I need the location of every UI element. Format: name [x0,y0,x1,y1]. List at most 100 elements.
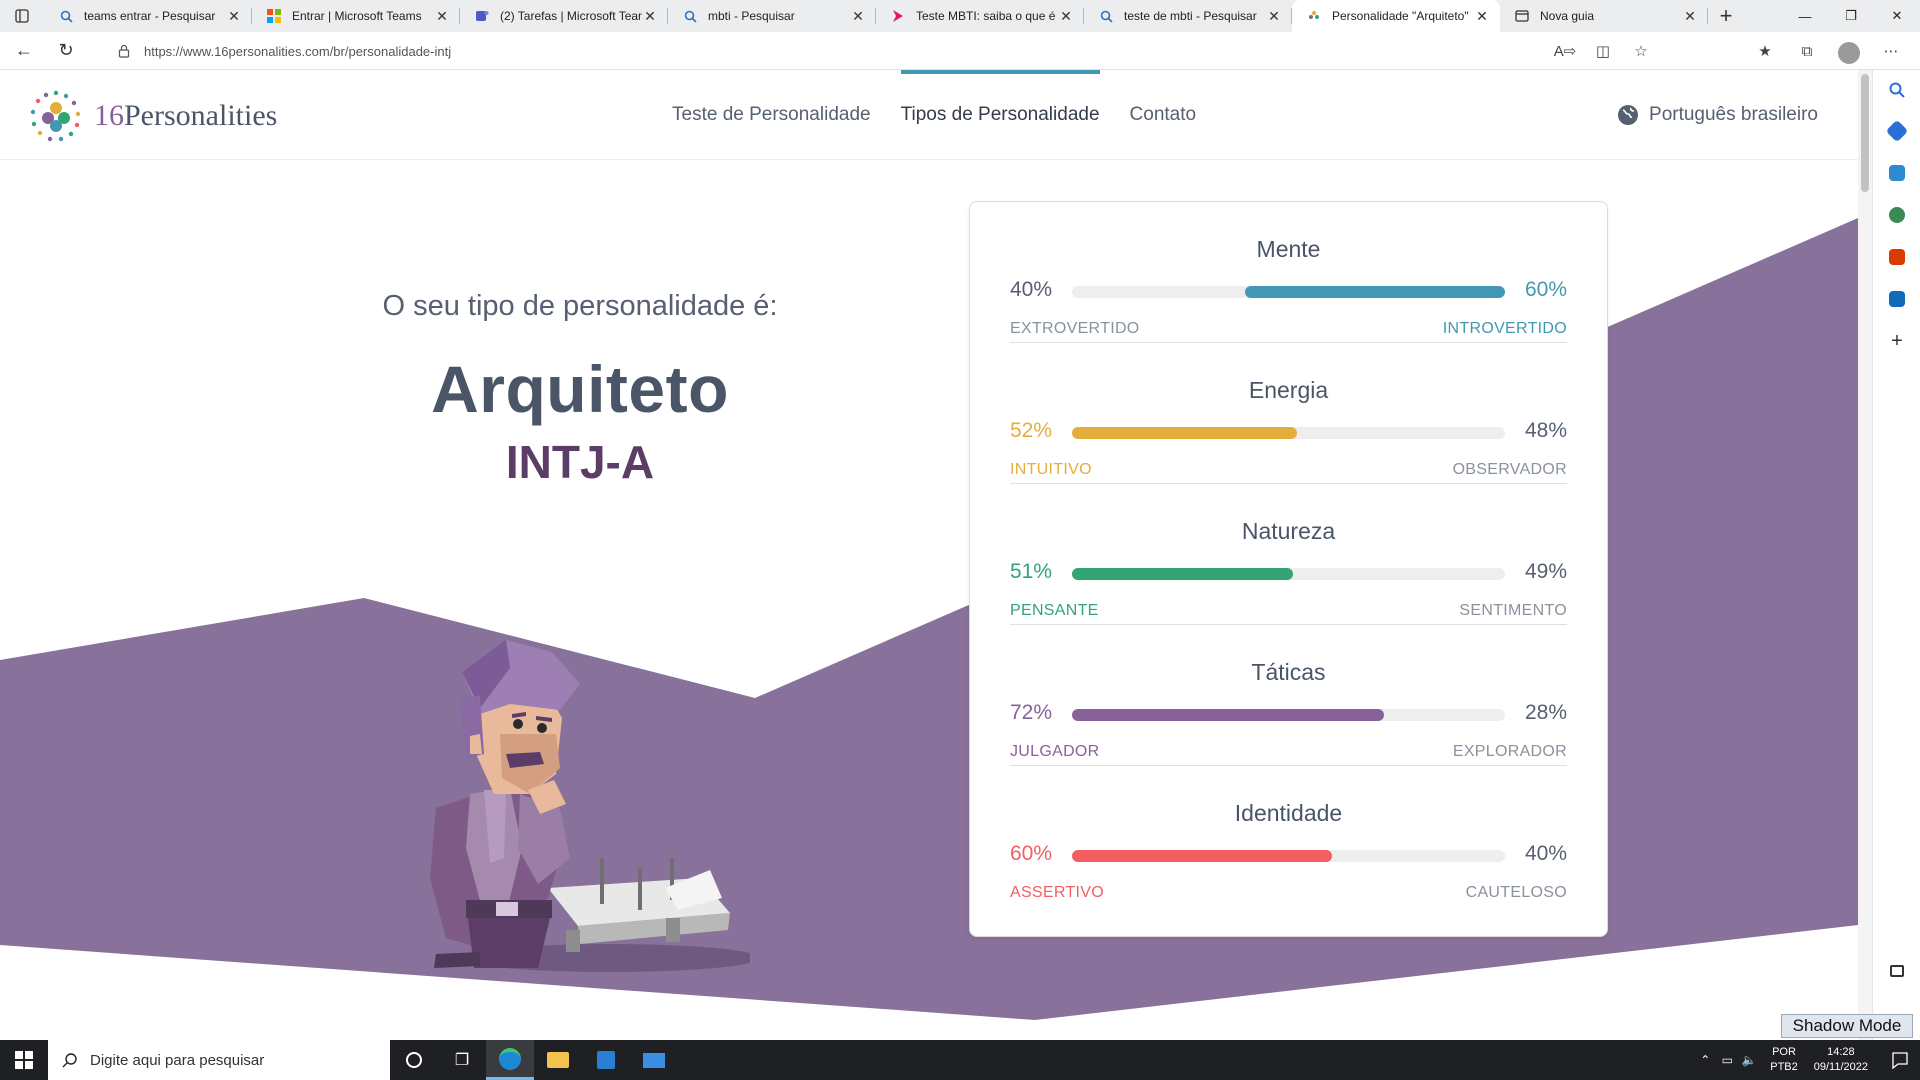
site-logo[interactable]: 16Personalities [28,88,277,144]
trait-right-label: OBSERVADOR [1452,461,1567,478]
taskbar-edge[interactable] [486,1040,534,1080]
trait-left-label: JULGADOR [1010,743,1100,760]
browser-tab[interactable]: teste de mbti - Pesquisar ✕ [1084,0,1292,32]
teams-icon [474,8,490,24]
tab-strip: teams entrar - Pesquisar ✕ Entrar | Micros… [0,0,1920,32]
edge-sidebar: + [1872,70,1920,1040]
read-aloud-icon[interactable]: A⇨ [1548,36,1582,66]
nav-link[interactable]: Tipos de Personalidade [900,70,1100,160]
trait-title: Táticas [1251,659,1326,685]
tab-title: mbti - Pesquisar [708,9,795,23]
cortana-button[interactable] [390,1040,438,1080]
trait-row[interactable]: Identidade 60% 40% ASSERTIVO CAUTELOSO [1010,766,1567,907]
edge-icon [499,1047,521,1070]
clock-date: 09/11/2022 [1813,1061,1868,1073]
browser-tab[interactable]: Teste MBTI: saiba o que é e ✕ [876,0,1084,32]
trait-row[interactable]: Táticas 72% 28% JULGADOR EXPLORADOR [1010,625,1567,766]
refresh-button[interactable]: ↻ [48,33,84,69]
trait-row[interactable]: Energia 52% 48% INTUITIVO OBSERVADOR [1010,343,1567,484]
system-tray: ⌃ ▭ 🔈 POR PTB2 14:28 09/11/2022 [1694,1040,1920,1080]
collections-icon[interactable]: ⧉ [1790,36,1824,66]
sidebar-collapse-icon[interactable] [1873,950,1920,992]
browser-tab[interactable]: Nova guia ✕ [1500,0,1708,32]
taskbar-store[interactable] [582,1040,630,1080]
input-language[interactable]: POR PTB2 [1770,1045,1798,1075]
close-tab-icon[interactable]: ✕ [642,8,658,24]
trait-bar-fill [1072,709,1384,721]
new-tab-button[interactable]: + [1708,0,1744,32]
taskbar-mail[interactable] [630,1040,678,1080]
url-text: https://www.16personalities.com/br/perso… [144,43,452,59]
more-options-icon[interactable]: ⋯ [1874,36,1908,66]
nav-link[interactable]: Contato [1130,70,1197,160]
trait-left-percent: 51% [1010,560,1053,583]
trait-title: Mente [1256,236,1321,262]
restore-button[interactable]: ❐ [1828,0,1874,32]
add-favorite-icon[interactable]: ☆ [1624,36,1658,66]
start-button[interactable] [0,1040,48,1080]
browser-tab[interactable]: mbti - Pesquisar ✕ [668,0,876,32]
taskbar-search-box[interactable]: Digite aqui para pesquisar [48,1040,390,1080]
volume-icon[interactable]: 🔈 [1738,1053,1760,1067]
tab-title: teams entrar - Pesquisar [84,9,216,23]
sidebar-search-icon[interactable] [1873,70,1920,110]
notification-icon [1892,1052,1908,1069]
close-tab-icon[interactable]: ✕ [434,8,450,24]
profile-avatar[interactable] [1832,36,1866,66]
trait-row[interactable]: Mente 40% 60% EXTROVERTIDO INTROVERTIDO [1010,202,1567,343]
trait-row[interactable]: Natureza 51% 49% PENSANTE SENTIMENTO [1010,484,1567,625]
favorites-icon[interactable]: ★ [1748,36,1782,66]
tab-title: (2) Tarefas | Microsoft Teams [500,9,642,23]
close-tab-icon[interactable]: ✕ [1266,8,1282,24]
shopping-icon[interactable] [1873,110,1920,152]
outlook-icon[interactable] [1873,278,1920,320]
trait-right-label: EXPLORADOR [1452,743,1567,760]
trait-left-label: INTUITIVO [1010,461,1092,478]
trait-title: Identidade [1234,800,1343,826]
tab-title: Nova guia [1540,9,1595,23]
back-button[interactable]: ← [6,33,42,69]
toolbar-actions: ★ ⧉ ⋯ [1748,36,1908,66]
trait-left-percent: 72% [1010,701,1053,724]
browser-tab[interactable]: teams entrar - Pesquisar ✕ [44,0,252,32]
trait-right-label: INTROVERTIDO [1442,320,1567,337]
tools-icon[interactable] [1873,152,1920,194]
immersive-reader-icon[interactable]: ◫ [1586,36,1620,66]
language-label: Português brasileiro [1649,104,1818,125]
taskbar-search-placeholder: Digite aqui para pesquisar [90,1051,265,1069]
trait-right-percent: 48% [1524,419,1567,442]
url-field[interactable]: https://www.16personalities.com/br/perso… [104,36,1634,66]
notifications-button[interactable] [1880,1051,1920,1069]
games-icon[interactable] [1873,194,1920,236]
office-icon[interactable] [1873,236,1920,278]
avatar-icon [1838,42,1860,64]
page-scrollbar[interactable] [1858,70,1872,1040]
trait-left-label: EXTROVERTIDO [1010,320,1140,337]
taskbar-clock[interactable]: 14:28 09/11/2022 [1814,1045,1868,1075]
task-view-button[interactable]: ❐ [438,1040,486,1080]
logo-word: Personalities [124,99,278,132]
store-icon [597,1051,615,1069]
browser-tab[interactable]: (2) Tarefas | Microsoft Teams ✕ [460,0,668,32]
scrollbar-thumb[interactable] [1861,74,1869,192]
nav-link[interactable]: Teste de Personalidade [672,70,871,160]
tray-expand-icon[interactable]: ⌃ [1694,1053,1716,1067]
close-tab-icon[interactable]: ✕ [226,8,242,24]
close-window-button[interactable]: ✕ [1874,0,1920,32]
browser-tab[interactable]: Personalidade "Arquiteto" ✕ [1292,0,1500,32]
close-tab-icon[interactable]: ✕ [850,8,866,24]
add-sidebar-app-icon[interactable]: + [1873,320,1920,362]
close-tab-icon[interactable]: ✕ [1682,8,1698,24]
browser-tab[interactable]: Entrar | Microsoft Teams ✕ [252,0,460,32]
close-tab-icon[interactable]: ✕ [1474,8,1490,24]
tab-actions-button[interactable] [0,0,44,32]
traits-card: Mente 40% 60% EXTROVERTIDO INTROVERTIDO Energ… [969,201,1608,937]
taskbar-file-explorer[interactable] [534,1040,582,1080]
close-tab-icon[interactable]: ✕ [1058,8,1074,24]
minimize-button[interactable]: — [1782,0,1828,32]
tab-title: Personalidade "Arquiteto" [1332,9,1469,23]
language-selector[interactable]: Português brasileiro [1617,70,1818,160]
trait-bar-fill [1072,427,1298,439]
address-bar: ← ↻ https://www.16personalities.com/br/p… [0,32,1920,70]
network-icon[interactable]: ▭ [1716,1053,1738,1067]
